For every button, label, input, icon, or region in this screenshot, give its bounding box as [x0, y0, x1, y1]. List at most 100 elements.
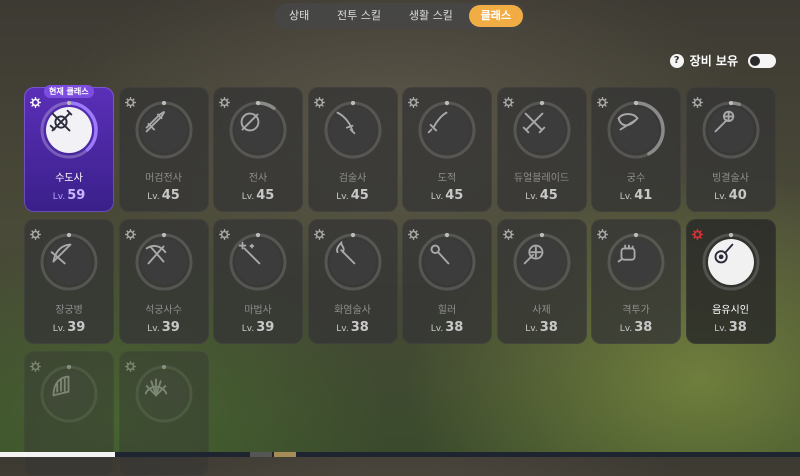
class-card[interactable]: 빙결술사 Lv. 40 [685, 87, 776, 212]
fighter-icon [613, 239, 659, 285]
monk-icon [46, 107, 92, 153]
priest-icon [518, 239, 565, 285]
class-name: 궁수 [626, 173, 646, 184]
level-prefix: Lv. [525, 192, 538, 202]
archer-icon [613, 107, 659, 153]
class-card[interactable]: 듀얼블레이드 Lv. 45 [496, 87, 587, 212]
class-portrait [513, 101, 571, 159]
equip-label: 장비 보유 [689, 54, 738, 68]
class-portrait [135, 365, 193, 423]
level-prefix: Lv. [241, 192, 255, 202]
class-name: 음유시인 [712, 305, 749, 316]
class-portrait [40, 365, 98, 423]
taskbar-segment [274, 452, 296, 457]
taskbar-segment [250, 452, 272, 457]
class-card[interactable]: 화염술사 Lv. 38 [307, 219, 398, 344]
class-name: 마법사 [244, 305, 272, 316]
toggle-knob [750, 55, 760, 66]
class-name: 머검전사 [145, 173, 182, 184]
class-portrait [418, 101, 476, 159]
class-card[interactable]: 검술사 Lv. 45 [307, 87, 398, 212]
level-prefix: Lv. [619, 192, 633, 202]
level-value: 59 [67, 188, 86, 203]
class-name: 듀얼블레이드 [513, 173, 570, 184]
ice-mage-icon [707, 107, 754, 153]
dual-blade-icon [518, 107, 565, 153]
class-portrait [324, 101, 382, 159]
level-prefix: Lv. [147, 192, 160, 202]
tab-2[interactable]: 생활 스킬 [397, 5, 465, 27]
level-value: 39 [67, 320, 86, 335]
class-card[interactable] [24, 351, 114, 476]
class-name: 장궁병 [55, 305, 83, 316]
class-card[interactable] [118, 351, 209, 476]
class-level: Lv. 38 [402, 320, 492, 335]
class-level: Lv. 38 [497, 320, 587, 335]
level-value: 38 [728, 320, 747, 335]
class-card[interactable]: 장궁병 Lv. 39 [24, 219, 114, 344]
class-card[interactable]: 머검전사 Lv. 45 [118, 87, 209, 212]
mage-icon [235, 239, 281, 285]
class-name: 석궁사수 [145, 305, 182, 316]
tab-1[interactable]: 전투 스킬 [325, 5, 393, 27]
class-name: 도적 [437, 173, 457, 184]
tab-3[interactable]: 클래스 [468, 5, 523, 27]
level-value: 38 [445, 320, 464, 335]
level-prefix: Lv. [336, 192, 349, 202]
class-name: 검술사 [338, 173, 367, 184]
harp-icon [46, 371, 92, 417]
class-level: Lv. 40 [686, 188, 776, 203]
help-icon[interactable]: ? [669, 53, 684, 68]
longbow-icon [46, 239, 92, 285]
class-portrait [324, 233, 382, 291]
level-value: 38 [539, 320, 558, 335]
level-prefix: Lv. [430, 192, 444, 202]
class-name: 전사 [248, 173, 268, 184]
class-portrait [607, 233, 665, 291]
class-portrait [135, 101, 193, 159]
class-grid: 현재 클래스 수도사 Lv. 59 머검전사 Lv. 45 전사 Lv. 45 검술사 Lv. 45 도적… [24, 85, 776, 476]
class-name: 수도사 [55, 173, 83, 184]
class-portrait [701, 101, 760, 159]
level-prefix: Lv. [147, 324, 160, 334]
class-portrait [40, 101, 98, 159]
class-card[interactable]: 도적 Lv. 45 [402, 87, 492, 212]
class-card[interactable]: 사제 Lv. 38 [496, 219, 587, 344]
class-card[interactable]: 궁수 Lv. 41 [591, 87, 681, 212]
class-card[interactable]: 격투가 Lv. 38 [591, 219, 681, 344]
level-prefix: Lv. [241, 324, 255, 334]
class-card[interactable]: 석궁사수 Lv. 39 [118, 219, 209, 344]
class-level: Lv. 39 [24, 320, 114, 335]
class-card[interactable]: 현재 클래스 수도사 Lv. 59 [24, 85, 114, 212]
level-prefix: Lv. [714, 192, 727, 202]
class-level: Lv. 41 [591, 188, 681, 203]
crossbow-icon [140, 239, 187, 285]
tab-bar: 상태 전투 스킬 생활 스킬 클래스 [275, 3, 525, 29]
class-name: 화염술사 [334, 305, 371, 316]
dancer-fan-icon [140, 371, 187, 417]
equip-toggle[interactable] [748, 53, 776, 68]
class-level: Lv. 45 [213, 188, 303, 203]
class-card[interactable]: 전사 Lv. 45 [213, 87, 303, 212]
level-value: 39 [161, 320, 180, 335]
class-card[interactable]: 마법사 Lv. 39 [213, 219, 303, 344]
level-value: 45 [445, 188, 464, 203]
greatsword-warrior-icon [140, 107, 187, 153]
equip-filter: ? 장비 보유 [669, 52, 776, 69]
class-portrait [229, 233, 287, 291]
class-name: 사제 [532, 305, 551, 316]
class-level: Lv. 45 [119, 188, 209, 203]
class-level: Lv. 38 [591, 320, 681, 335]
class-level: Lv. 59 [24, 188, 114, 203]
bard-icon [707, 239, 754, 285]
tab-0[interactable]: 상태 [277, 5, 321, 27]
class-name: 격투가 [622, 305, 650, 316]
level-prefix: Lv. [619, 324, 633, 334]
class-portrait [418, 233, 476, 291]
level-value: 39 [256, 320, 275, 335]
level-value: 45 [350, 188, 369, 203]
level-prefix: Lv. [52, 324, 66, 334]
level-prefix: Lv. [430, 324, 444, 334]
class-card[interactable]: 음유시인 Lv. 38 [685, 219, 776, 344]
class-card[interactable]: 힐러 Lv. 38 [402, 219, 492, 344]
